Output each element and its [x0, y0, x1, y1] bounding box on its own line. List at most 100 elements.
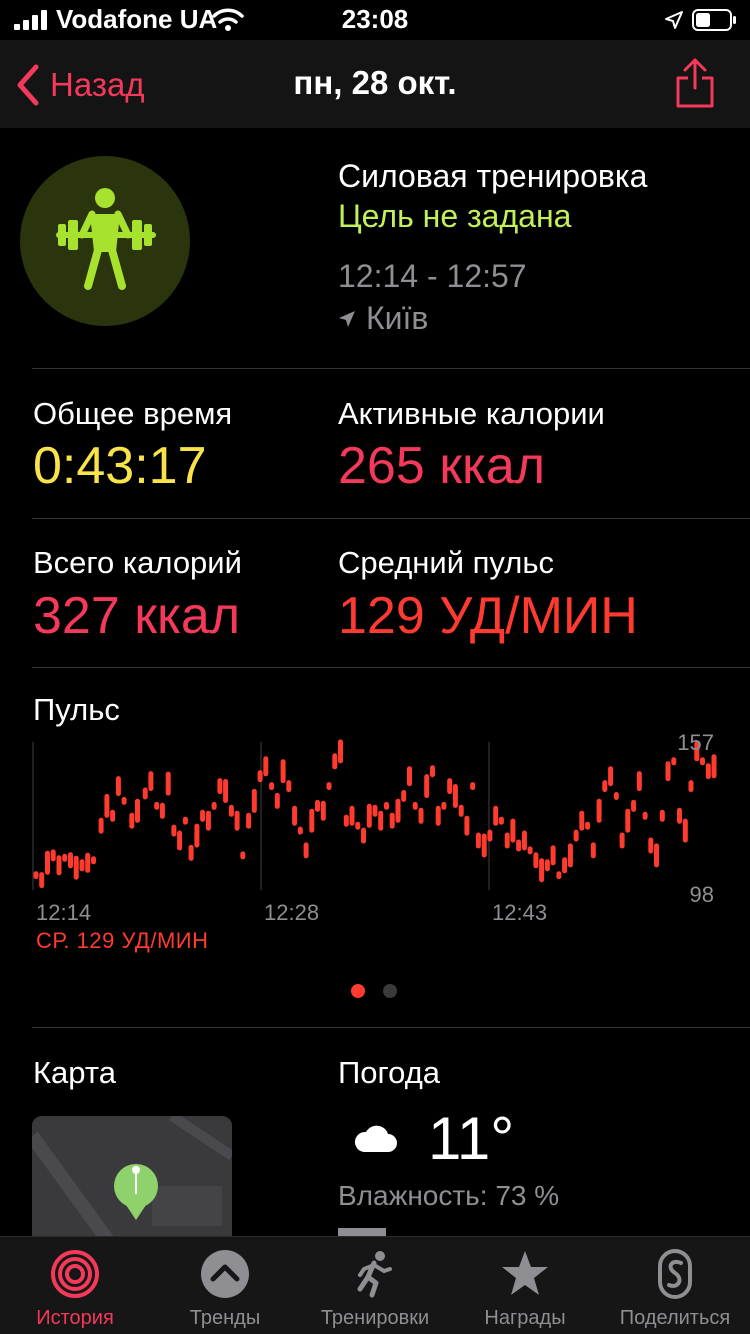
heart-rate-point [98, 817, 104, 834]
cloud-icon [354, 1125, 397, 1152]
total-calories-value: 327 ккал [33, 587, 241, 645]
chart-average-label: СР. 129 УД/МИН [36, 928, 209, 953]
heart-rate-point [171, 824, 177, 837]
tab-trends[interactable]: Тренды [150, 1237, 300, 1334]
heart-rate-point [401, 790, 407, 802]
heart-rate-point [349, 805, 355, 826]
heart-rate-point [315, 799, 320, 812]
navigation-bar: Назад пн, 28 окт. [0, 40, 750, 128]
heart-rate-point [544, 859, 550, 872]
heart-rate-point [435, 805, 441, 826]
workout-time-range: 12:14 - 12:57 [338, 258, 527, 294]
heart-rate-point [625, 808, 631, 833]
heart-rate-point [682, 818, 688, 843]
map-thumbnail[interactable] [32, 1116, 232, 1246]
heart-rate-point [338, 739, 343, 764]
heart-rate-point [705, 763, 711, 780]
location-label: Київ [366, 300, 429, 336]
heart-rate-point [188, 844, 194, 861]
heart-rate-point [223, 779, 229, 803]
heart-rate-point [121, 796, 127, 805]
heart-rate-point [280, 759, 286, 784]
heart-rate-point [487, 829, 493, 842]
heart-rate-point [418, 807, 424, 824]
heart-rate-point [562, 857, 568, 874]
heart-rate-point [292, 805, 298, 826]
chart-x-label: 12:43 [492, 900, 547, 925]
heart-rate-point [326, 782, 332, 791]
heart-rate-point [45, 850, 50, 875]
battery-icon [692, 9, 736, 31]
heart-rate-point [240, 851, 246, 860]
heart-rate-point [498, 816, 504, 825]
heart-rate-point [286, 780, 292, 793]
page-dot[interactable] [383, 984, 397, 998]
heart-rate-point [39, 872, 45, 889]
heart-rate-point [567, 843, 573, 868]
page-dot-active[interactable] [351, 984, 365, 998]
total-time-label: Общее время [33, 396, 233, 431]
tab-label: Награды [484, 1307, 566, 1329]
total-calories-label: Всего калорий [33, 545, 242, 580]
heart-rate-point [135, 798, 140, 823]
chart-min-label: 98 [690, 882, 714, 907]
heart-rate-point [395, 798, 401, 823]
heart-rate-point [110, 809, 116, 822]
heart-rate-point [361, 827, 366, 844]
divider [32, 667, 750, 668]
heart-rate-point [533, 852, 539, 869]
heart-rate-point [309, 808, 315, 833]
workout-goal: Цель не задана [338, 198, 572, 234]
weather-title: Погода [338, 1055, 441, 1090]
heart-rate-point [142, 787, 148, 800]
location-arrow-icon [665, 11, 683, 29]
chart-x-label: 12:14 [36, 900, 91, 925]
heart-rate-point [527, 846, 533, 855]
heart-rate-point [303, 842, 309, 859]
heart-rate-point [665, 761, 671, 782]
heart-rate-point [619, 832, 625, 849]
heart-rate-point [73, 855, 79, 880]
heart-rate-point [228, 804, 234, 817]
divider [32, 368, 750, 369]
heart-rate-point [91, 856, 96, 865]
heart-rate-point [355, 821, 361, 830]
heart-rate-point [585, 821, 591, 830]
heart-rate-point [539, 858, 545, 883]
heart-rate-point [573, 829, 579, 842]
heart-rate-point [378, 810, 384, 831]
heart-rate-point [182, 816, 188, 825]
page-title: пн, 28 окт. [293, 64, 457, 101]
status-bar: Vodafone UA 23:08 [0, 0, 750, 40]
heart-rate-point [129, 812, 135, 829]
page-indicator[interactable] [351, 984, 397, 998]
tab-history[interactable]: История [0, 1237, 150, 1334]
workout-location: Київ [338, 300, 428, 337]
heart-rate-point [104, 793, 110, 818]
heart-rate-point [671, 757, 677, 766]
tab-workouts[interactable]: Тренировки [300, 1237, 450, 1334]
heart-rate-point [590, 842, 596, 859]
heart-rate-point [372, 804, 378, 817]
heart-rate-point [424, 774, 430, 799]
heart-rate-chart[interactable]: 157 98 12:14 12:28 12:43 [0, 730, 750, 930]
heart-rate-point [384, 801, 389, 810]
heart-rate-point [550, 845, 556, 866]
avg-heart-rate-label: Средний пульс [338, 545, 554, 580]
heart-rate-point [115, 776, 121, 797]
heart-rate-point [62, 853, 68, 862]
tab-sharing[interactable]: Поделиться [600, 1237, 750, 1334]
tab-awards[interactable]: Награды [450, 1237, 600, 1334]
heart-rate-point [165, 771, 171, 796]
heart-rate-point [470, 782, 476, 791]
heart-rate-point [50, 849, 56, 862]
heart-rate-point [677, 807, 682, 824]
heart-rate-point [579, 810, 585, 831]
tab-label: Поделиться [619, 1307, 731, 1329]
heart-rate-point [648, 837, 654, 854]
heart-rate-chart-title: Пульс [33, 692, 120, 727]
share-icon[interactable] [672, 56, 718, 110]
awards-star-icon [502, 1251, 548, 1295]
active-calories-label: Активные калории [338, 396, 605, 431]
heart-rate-point [407, 766, 412, 787]
